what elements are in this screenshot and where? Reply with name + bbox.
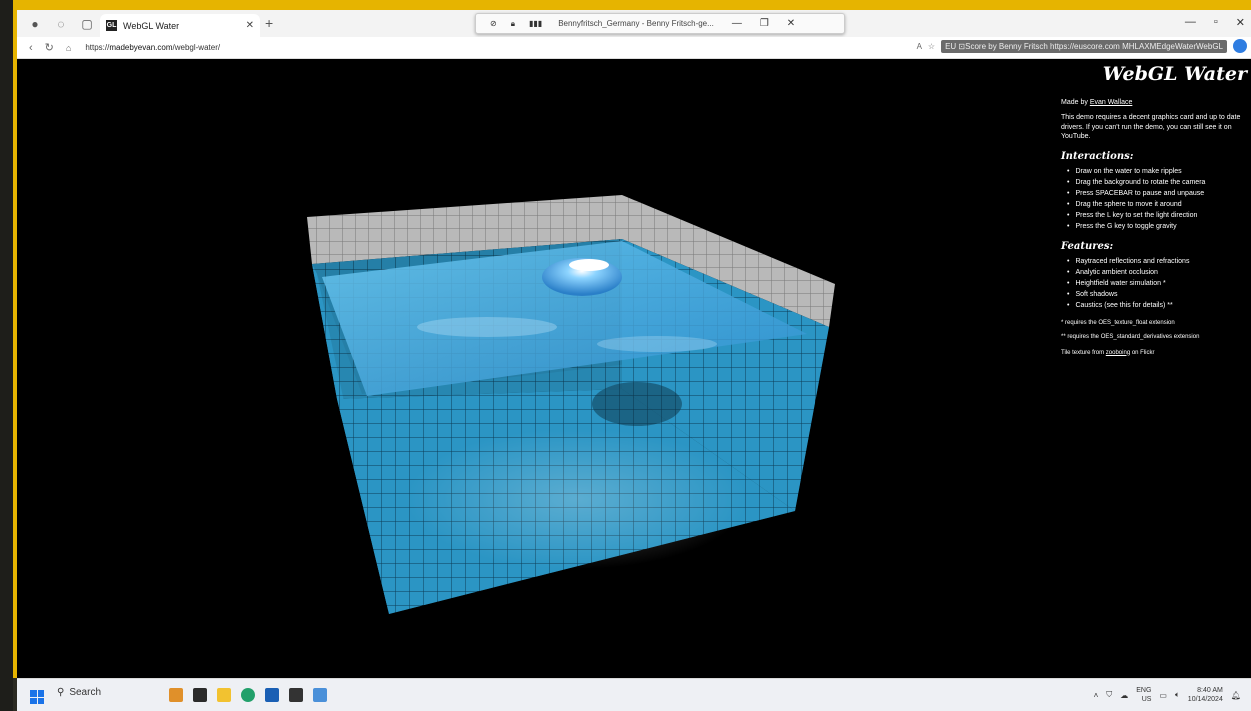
features-heading: Features: — [1061, 240, 1114, 252]
footnote-1: * requires the OES_texture_float extensi… — [1061, 319, 1175, 326]
network-icon[interactable]: ⛉ — [1106, 690, 1112, 700]
display-icon[interactable]: ▭ — [1159, 691, 1167, 700]
remote-connection-bar: ⊘ 🔒︎ ▮▮▮ Bennyfritsch_Germany - Benny Fr… — [475, 13, 845, 34]
list-item: Press the L key to set the light directi… — [1067, 211, 1247, 221]
tab-actions-icon[interactable]: ▢ — [79, 16, 95, 32]
close-button[interactable]: ✕ — [1236, 16, 1245, 29]
pin-icon[interactable]: ⊘ — [490, 19, 497, 28]
file-explorer-icon[interactable] — [217, 688, 231, 702]
address-bar: ‹ ↻ ⌂ https://madebyevan.com/webgl-water… — [17, 37, 1251, 59]
chevron-up-icon[interactable]: ˄ — [1094, 691, 1099, 700]
list-item: Soft shadows — [1067, 290, 1247, 300]
copilot-icon[interactable] — [1233, 39, 1247, 53]
signal-icon: ▮▮▮ — [528, 19, 543, 28]
window-controls: — ▫ ✕ — [1185, 16, 1245, 29]
list-item: Press SPACEBAR to pause and unpause — [1067, 189, 1247, 199]
widgets-icon[interactable] — [169, 688, 183, 702]
refresh-icon[interactable]: ↻ — [45, 41, 54, 54]
info-panel: WebGL Water Made by Evan Wallace This de… — [1061, 63, 1247, 363]
start-icon[interactable] — [30, 690, 44, 704]
read-aloud-icon[interactable]: A — [917, 42, 922, 51]
interactions-list: Draw on the water to make ripples Drag t… — [1061, 167, 1247, 232]
tile-credit: Tile texture from zooboing on Flickr — [1061, 349, 1155, 356]
desktop-frame: ● ◌ ▢ GL WebGL Water ✕ + — ▫ ✕ ⊘ 🔒︎ ▮▮▮ … — [0, 0, 1251, 711]
profile-icon[interactable]: ● — [27, 16, 43, 32]
search-label: Search — [69, 687, 102, 698]
list-item: Heightfield water simulation * — [1067, 279, 1247, 289]
address-bar-actions: A ☆ EU ⊡Score by Benny Fritsch https://e… — [917, 39, 1247, 53]
favorite-icon[interactable]: ☆ — [928, 42, 935, 51]
tab-close-icon[interactable]: ✕ — [246, 20, 254, 31]
sphere-highlight — [569, 259, 609, 271]
ripple — [597, 336, 717, 352]
remote-close-button[interactable]: ✕ — [787, 18, 795, 29]
minimize-button[interactable]: — — [1185, 16, 1196, 29]
list-item: Analytic ambient occlusion — [1067, 268, 1247, 278]
list-item: Caustics (see this for details) ** — [1067, 301, 1247, 311]
intro-text: This demo requires a decent graphics car… — [1061, 114, 1241, 140]
credit-link[interactable]: zooboing — [1106, 350, 1130, 356]
notification-icon[interactable]: 🔔︎ — [1231, 691, 1241, 700]
remote-desktop-icon[interactable] — [313, 688, 327, 702]
features-list: Raytraced reflections and refractions An… — [1061, 257, 1247, 311]
remote-minimize-button[interactable]: — — [732, 18, 742, 29]
extension-popup[interactable]: EU ⊡Score by Benny Fritsch https://eusco… — [941, 39, 1227, 53]
store-icon[interactable] — [265, 688, 279, 702]
task-view-icon[interactable] — [193, 688, 207, 702]
search-box[interactable]: ⚲ Search — [57, 687, 101, 698]
tab-webgl-water[interactable]: GL WebGL Water ✕ — [100, 14, 260, 37]
taskbar: ⚲ Search ˄ ⛉ ☁ ENG US ▭ 🔈︎ 8:40 AM 10/14/2… — [17, 678, 1251, 711]
new-tab-button[interactable]: + — [265, 15, 273, 31]
list-item: Drag the sphere to move it around — [1067, 200, 1247, 210]
system-tray: ˄ ⛉ ☁ ENG US ▭ 🔈︎ 8:40 AM 10/14/2024 🔔︎ — [1094, 686, 1241, 704]
browser-window: ● ◌ ▢ GL WebGL Water ✕ + — ▫ ✕ ⊘ 🔒︎ ▮▮▮ … — [17, 10, 1251, 678]
interactions-heading: Interactions: — [1061, 150, 1134, 162]
list-item: Press the G key to toggle gravity — [1067, 222, 1247, 232]
selection-border-top — [13, 0, 1251, 10]
restore-button[interactable]: ▫ — [1214, 16, 1218, 29]
made-by: Made by Evan Wallace — [1061, 98, 1133, 106]
list-item: Draw on the water to make ripples — [1067, 167, 1247, 177]
edge-icon[interactable] — [241, 688, 255, 702]
ripple — [417, 317, 557, 337]
language-indicator[interactable]: ENG US — [1136, 686, 1151, 704]
list-item: Raytraced reflections and refractions — [1067, 257, 1247, 267]
cloud-icon[interactable]: ☁ — [1120, 691, 1128, 700]
page-info-icon[interactable]: ⌂ — [66, 43, 71, 53]
workspaces-icon[interactable]: ◌ — [53, 16, 69, 32]
remote-restore-button[interactable]: ❐ — [760, 18, 769, 29]
lock-icon[interactable]: 🔒︎ — [511, 19, 515, 29]
list-item: Drag the background to rotate the camera — [1067, 178, 1247, 188]
search-icon: ⚲ — [57, 687, 65, 698]
footnote-2: ** requires the OES_standard_derivatives… — [1061, 333, 1200, 340]
author-link[interactable]: Evan Wallace — [1090, 99, 1133, 106]
remote-title: Bennyfritsch_Germany - Benny Fritsch-ge.… — [558, 19, 714, 28]
tab-title: WebGL Water — [123, 20, 180, 31]
clock[interactable]: 8:40 AM 10/14/2024 — [1188, 686, 1223, 704]
page-title: WebGL Water — [1102, 63, 1247, 85]
taskbar-apps — [169, 688, 327, 702]
terminal-icon[interactable] — [289, 688, 303, 702]
left-edge — [0, 0, 13, 711]
volume-icon[interactable]: 🔈︎ — [1175, 690, 1180, 700]
back-icon[interactable]: ‹ — [29, 42, 33, 54]
url-field[interactable]: https://madebyevan.com/webgl-water/ — [85, 43, 220, 52]
tab-favicon-icon: GL — [106, 20, 117, 31]
